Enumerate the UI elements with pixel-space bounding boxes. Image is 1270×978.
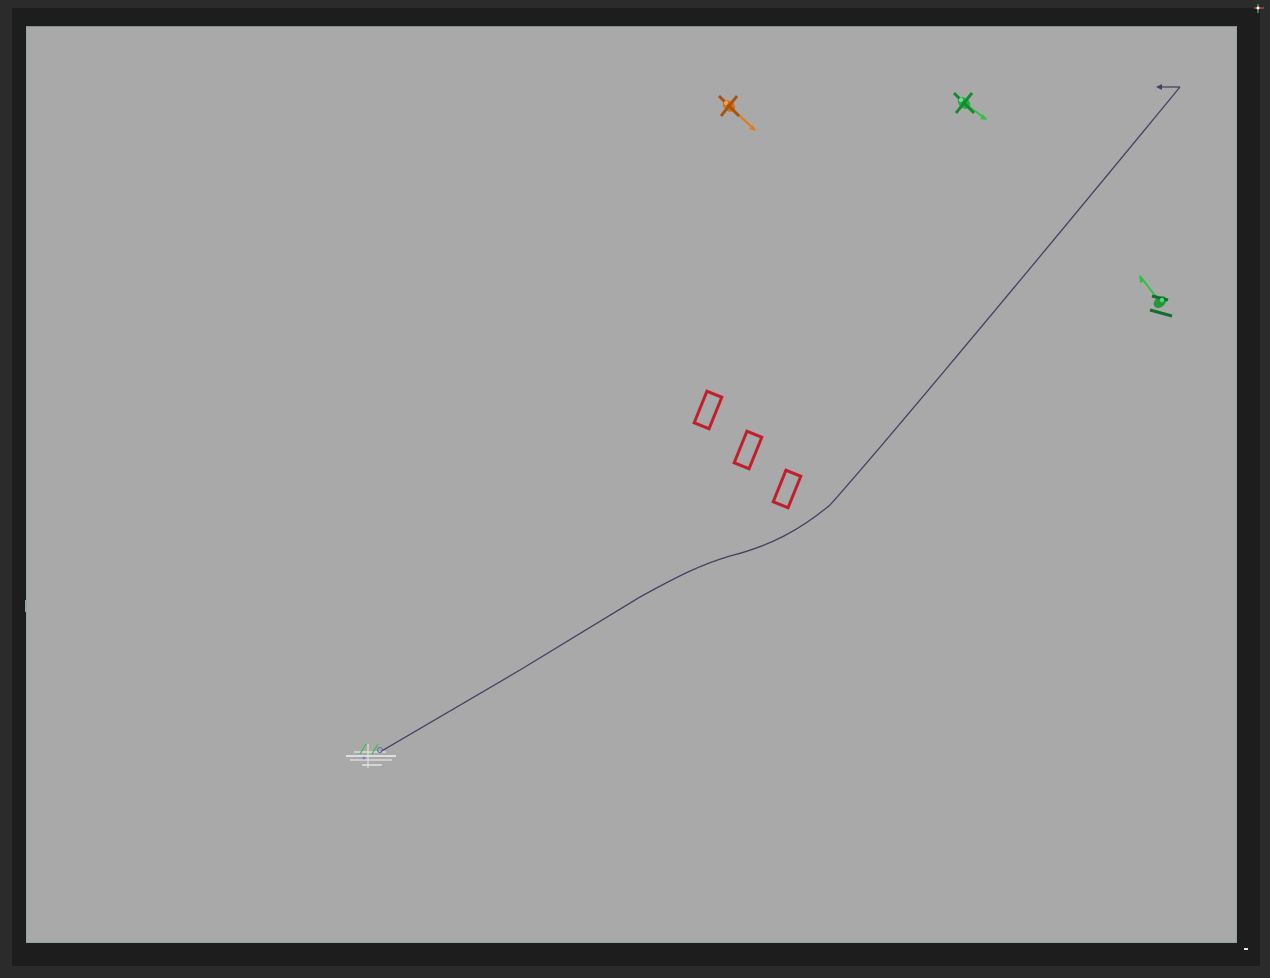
obstacle-box[interactable] [771,468,803,510]
obstacle-box[interactable] [732,429,764,471]
trajectory-path [379,86,1181,753]
dark-green-agent-icon[interactable] [1139,275,1173,318]
green-agent-icon[interactable] [952,91,987,120]
editor-window [0,0,1270,978]
orange-agent-icon[interactable] [717,94,756,131]
scene-overlay [346,4,1264,768]
obstacle-box[interactable] [692,389,724,431]
corner-gizmo-icon [1254,4,1264,13]
goal-arrow-icon[interactable] [1156,84,1180,90]
resize-handle[interactable] [1244,948,1248,950]
